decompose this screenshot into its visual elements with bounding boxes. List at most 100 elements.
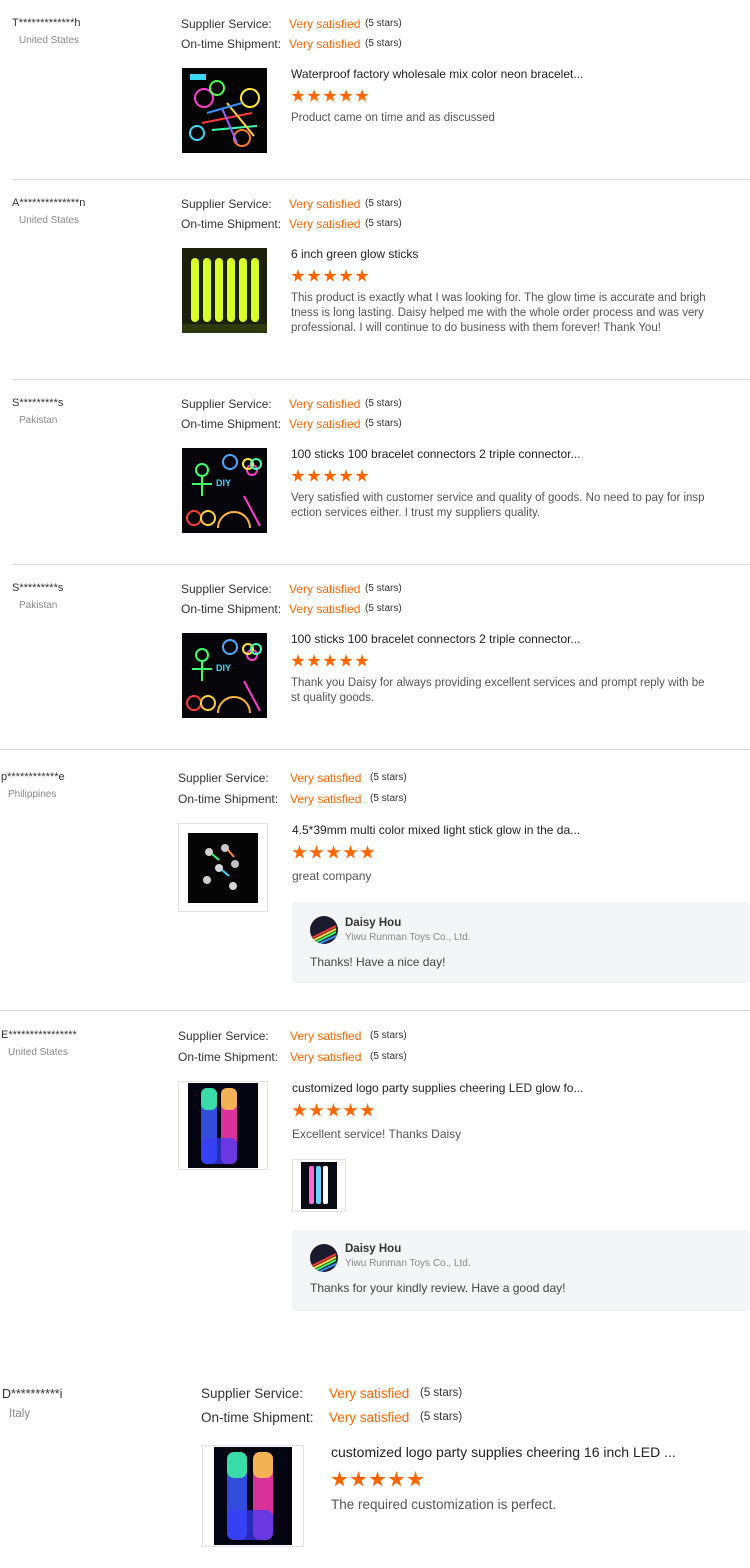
product-title[interactable]: customized logo party supplies cheering … bbox=[292, 1081, 584, 1095]
glow-sticks-avatar-icon bbox=[311, 1253, 338, 1272]
review-comment: great company bbox=[292, 869, 372, 883]
product-rating-stars bbox=[331, 1471, 426, 1493]
supplier-name: Daisy Hou bbox=[345, 1243, 402, 1255]
rating-label: On-time Shipment: bbox=[181, 37, 282, 51]
star-icon bbox=[291, 89, 305, 102]
rating-stars-text: (5 stars) bbox=[420, 1387, 463, 1399]
comment-line: This product is exactly what I was looki… bbox=[291, 292, 706, 304]
ontime-shipment-rating: On-time Shipment: Very satisfied (5 star… bbox=[181, 37, 481, 53]
product-rating-stars bbox=[291, 469, 371, 488]
comment-line: professional. I will continue to do busi… bbox=[291, 322, 661, 334]
star-icon bbox=[339, 269, 353, 282]
supplier-service-rating: Supplier Service: Very satisfied (5 star… bbox=[181, 582, 481, 598]
product-image[interactable]: DIY bbox=[182, 448, 267, 533]
ontime-shipment-rating: On-time Shipment: Very satisfied (5 star… bbox=[181, 602, 481, 618]
supplier-avatar bbox=[310, 916, 338, 944]
rating-label: On-time Shipment: bbox=[181, 417, 282, 431]
review-comment: Excellent service! Thanks Daisy bbox=[292, 1127, 462, 1141]
star-icon bbox=[292, 1103, 307, 1117]
rating-value: Very satisfied bbox=[329, 1386, 410, 1401]
diy-glow-kit-icon: DIY bbox=[186, 639, 262, 714]
rating-stars-text: (5 stars) bbox=[370, 772, 407, 783]
star-icon bbox=[343, 1103, 358, 1117]
product-rating-stars bbox=[291, 654, 371, 673]
rating-label: On-time Shipment: bbox=[181, 602, 282, 616]
product-title[interactable]: 100 sticks 100 bracelet connectors 2 tri… bbox=[291, 447, 581, 461]
star-icon bbox=[369, 1471, 386, 1487]
ontime-shipment-rating: On-time Shipment: Very satisfied (5 star… bbox=[178, 792, 488, 808]
light-stick-clips-icon bbox=[188, 833, 258, 903]
buyer-country: United States bbox=[19, 215, 80, 226]
rating-label: Supplier Service: bbox=[201, 1386, 304, 1401]
reply-text: Thanks! Have a nice day! bbox=[310, 955, 446, 969]
rating-stars-text: (5 stars) bbox=[420, 1411, 463, 1423]
rating-label: Supplier Service: bbox=[181, 197, 272, 211]
rating-label: Supplier Service: bbox=[178, 1029, 269, 1043]
review-card: T*************h United States Supplier S… bbox=[0, 0, 750, 180]
product-title[interactable]: Waterproof factory wholesale mix color n… bbox=[291, 67, 583, 81]
star-icon bbox=[291, 654, 305, 667]
rating-value: Very satisfied bbox=[289, 602, 361, 616]
product-title[interactable]: 100 sticks 100 bracelet connectors 2 tri… bbox=[291, 632, 581, 646]
review-card: S*********s Pakistan Supplier Service: V… bbox=[0, 565, 750, 750]
review-photo-icon bbox=[301, 1162, 337, 1209]
rating-value: Very satisfied bbox=[329, 1410, 410, 1425]
product-image[interactable] bbox=[182, 248, 267, 333]
product-image[interactable] bbox=[202, 1445, 304, 1547]
star-icon bbox=[339, 469, 353, 482]
product-rating-stars bbox=[292, 1103, 377, 1123]
review-comment: The required customization is perfect. bbox=[331, 1497, 557, 1512]
diy-glow-kit-icon: DIY bbox=[186, 454, 262, 529]
star-icon bbox=[323, 654, 337, 667]
star-icon bbox=[355, 269, 369, 282]
supplier-service-rating: Supplier Service: Very satisfied (5 star… bbox=[178, 771, 488, 787]
star-icon bbox=[360, 845, 375, 859]
led-foam-sticks-icon bbox=[188, 1083, 258, 1168]
star-icon bbox=[355, 654, 369, 667]
product-rating-stars bbox=[292, 845, 377, 865]
product-image[interactable] bbox=[178, 823, 268, 912]
star-icon bbox=[326, 845, 341, 859]
comment-line: ection services either. I trust my suppl… bbox=[291, 507, 541, 519]
buyer-name: p************e bbox=[1, 771, 65, 783]
product-title[interactable]: customized logo party supplies cheering … bbox=[331, 1444, 676, 1460]
review-photo-attachment[interactable] bbox=[292, 1159, 346, 1212]
rating-stars-text: (5 stars) bbox=[365, 398, 402, 409]
star-icon bbox=[355, 469, 369, 482]
product-title[interactable]: 4.5*39mm multi color mixed light stick g… bbox=[292, 823, 580, 837]
rating-stars-text: (5 stars) bbox=[370, 1030, 407, 1041]
buyer-country: Philippines bbox=[8, 789, 57, 800]
star-icon bbox=[355, 89, 369, 102]
star-icon bbox=[307, 269, 321, 282]
star-icon bbox=[292, 845, 307, 859]
rating-value: Very satisfied bbox=[289, 582, 361, 596]
product-image[interactable]: DIY bbox=[182, 633, 267, 718]
rating-value: Very satisfied bbox=[290, 792, 362, 806]
rating-label: Supplier Service: bbox=[181, 397, 272, 411]
star-icon bbox=[291, 469, 305, 482]
buyer-name: S*********s bbox=[12, 397, 64, 409]
buyer-name: T*************h bbox=[12, 17, 81, 29]
comment-line: tness is long lasting. Daisy helped me w… bbox=[291, 307, 704, 319]
star-icon bbox=[339, 654, 353, 667]
rating-stars-text: (5 stars) bbox=[365, 218, 402, 229]
rating-stars-text: (5 stars) bbox=[365, 583, 402, 594]
supplier-reply: Daisy Hou Yiwu Runman Toys Co., Ltd. Tha… bbox=[292, 1230, 750, 1311]
rating-stars-text: (5 stars) bbox=[365, 198, 402, 209]
rating-value: Very satisfied bbox=[289, 17, 361, 31]
product-title[interactable]: 6 inch green glow sticks bbox=[291, 247, 418, 261]
rating-stars-text: (5 stars) bbox=[365, 603, 402, 614]
review-card: D**********i Italy Supplier Service: Ver… bbox=[0, 1370, 750, 1568]
review-card: E**************** United States Supplier… bbox=[0, 1011, 750, 1341]
product-image[interactable] bbox=[178, 1081, 268, 1170]
buyer-name: A**************n bbox=[12, 197, 86, 209]
product-image[interactable] bbox=[182, 68, 267, 153]
supplier-service-rating: Supplier Service: Very satisfied (5 star… bbox=[181, 197, 481, 213]
rating-label: Supplier Service: bbox=[181, 17, 272, 31]
buyer-country: United States bbox=[19, 35, 80, 46]
buyer-country: Pakistan bbox=[19, 600, 58, 611]
star-icon bbox=[407, 1471, 424, 1487]
buyer-name: S*********s bbox=[12, 582, 64, 594]
rating-value: Very satisfied bbox=[290, 1029, 362, 1043]
svg-text:DIY: DIY bbox=[216, 663, 231, 673]
